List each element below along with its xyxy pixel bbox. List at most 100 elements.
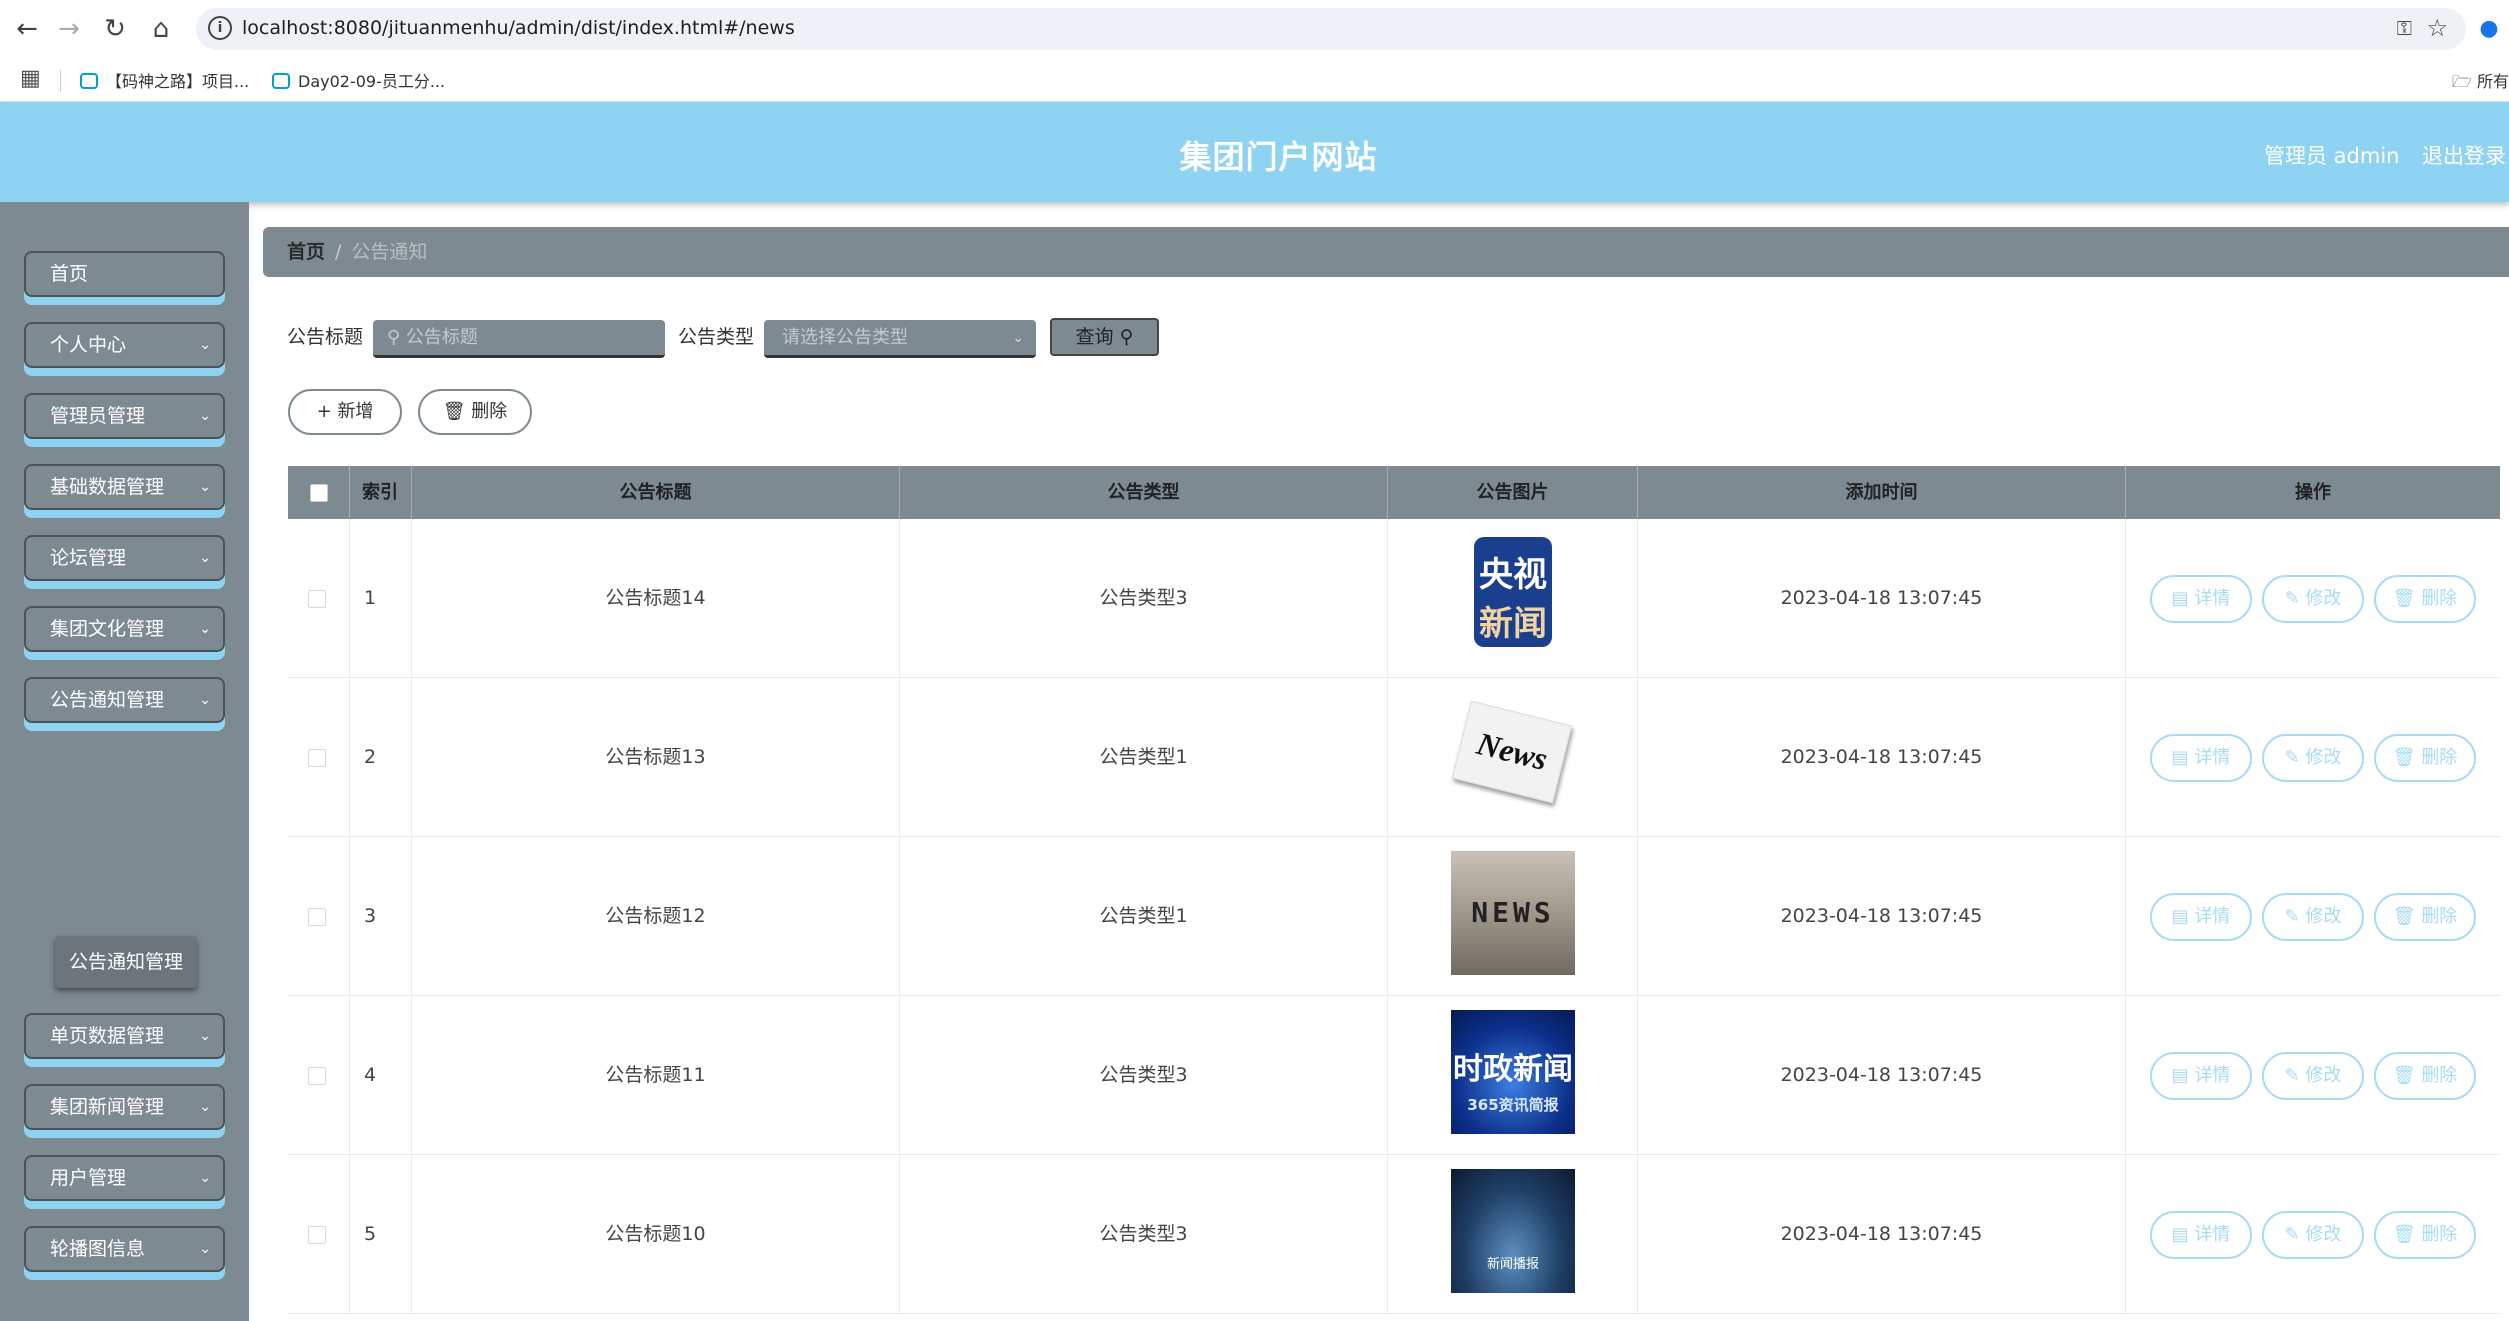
title-search-input[interactable]: ⚲ 公告标题 <box>373 320 665 358</box>
document-icon: ▤ <box>2171 1224 2189 1245</box>
bilibili-icon <box>272 73 290 89</box>
menu-base-data[interactable]: 基础数据管理 ⌄ <box>24 464 225 510</box>
add-button[interactable]: + 新增 <box>288 389 402 435</box>
delete-button[interactable]: 🗑 删除 <box>2374 1211 2476 1259</box>
chevron-down-icon: ⌄ <box>199 408 211 424</box>
header-select-all[interactable] <box>288 466 350 519</box>
site-info-icon[interactable]: i <box>208 16 232 40</box>
app-header: 集团门户网站 管理员 admin 退出登录 <box>0 102 2509 202</box>
home-icon[interactable]: ⌂ <box>146 14 176 44</box>
key-icon[interactable]: ⚿ <box>2397 16 2412 40</box>
chevron-down-icon: ⌄ <box>199 1241 211 1257</box>
politics-news-thumbnail: 时政新闻 365资讯简报 <box>1451 1010 1575 1134</box>
bookmark-2[interactable]: Day02-09-员工分... <box>272 68 445 92</box>
folder-label: 所有 <box>2476 72 2509 91</box>
bookmark-2-label: Day02-09-员工分... <box>298 72 446 91</box>
thumb-text-line: 央视 <box>1479 555 1547 595</box>
table-row: 5 公告标题10 公告类型3 新闻播报 2023-04-18 13:07:45 … <box>288 1155 2500 1314</box>
sidebar: 首页 个人中心 ⌄ 管理员管理 ⌄ 基础数据管理 ⌄ 论坛管理 ⌄ 集团文化管理 ⌄ 公告… <box>0 202 249 1321</box>
trash-icon: 🗑 <box>2392 1224 2416 1245</box>
row-checkbox[interactable] <box>308 590 326 608</box>
forward-icon[interactable]: → <box>54 14 84 44</box>
row-actions: ▤ 详情 ✎ 修改 🗑 删除 <box>2126 1155 2500 1314</box>
menu-admin-management[interactable]: 管理员管理 ⌄ <box>24 393 225 439</box>
logout-link[interactable]: 退出登录 <box>2422 140 2506 170</box>
row-checkbox[interactable] <box>308 749 326 767</box>
chevron-down-icon: ⌄ <box>1012 330 1024 346</box>
menu-forum[interactable]: 论坛管理 ⌄ <box>24 535 225 581</box>
edit-button[interactable]: ✎ 修改 <box>2262 1052 2364 1100</box>
menu-label: 管理员管理 <box>50 405 146 427</box>
news-stage-thumbnail: 新闻播报 <box>1451 1169 1575 1293</box>
query-button[interactable]: 查询 ⚲ <box>1050 318 1159 356</box>
batch-delete-button[interactable]: 🗑 删除 <box>418 389 532 435</box>
reload-icon[interactable]: ↻ <box>100 14 130 44</box>
row-title: 公告标题11 <box>412 996 900 1155</box>
delete-button[interactable]: 🗑 删除 <box>2374 734 2476 782</box>
delete-button[interactable]: 🗑 删除 <box>2374 893 2476 941</box>
row-time: 2023-04-18 13:07:45 <box>1638 837 2126 996</box>
bookmark-1-label: 【码神之路】项目... <box>106 72 250 91</box>
submenu-notice-management[interactable]: 公告通知管理 <box>55 936 197 988</box>
chevron-down-icon: ⌄ <box>199 1099 211 1115</box>
bookmark-star-icon[interactable]: ☆ <box>2426 14 2448 42</box>
menu-culture[interactable]: 集团文化管理 ⌄ <box>24 606 225 652</box>
chevron-down-icon: ⌄ <box>199 1170 211 1186</box>
detail-button[interactable]: ▤ 详情 <box>2150 1211 2252 1259</box>
row-image-cell: NEWS <box>1388 837 1638 996</box>
folder-icon: 🗁 <box>2452 72 2472 91</box>
delete-button[interactable]: 🗑 删除 <box>2374 575 2476 623</box>
row-index: 2 <box>350 678 412 837</box>
menu-label: 首页 <box>50 263 89 285</box>
delete-label: 删除 <box>2421 906 2458 927</box>
delete-button[interactable]: 🗑 删除 <box>2374 1052 2476 1100</box>
news-newspaper-thumbnail: News <box>1451 700 1573 804</box>
menu-home[interactable]: 首页 <box>24 251 225 297</box>
delete-label: 删除 <box>2421 1224 2458 1245</box>
menu-carousel[interactable]: 轮播图信息 ⌄ <box>24 1226 225 1272</box>
thumb-text-line: 新闻 <box>1479 604 1547 644</box>
breadcrumb-home[interactable]: 首页 <box>287 241 325 263</box>
edit-button[interactable]: ✎ 修改 <box>2262 1211 2364 1259</box>
edit-button[interactable]: ✎ 修改 <box>2262 893 2364 941</box>
detail-button[interactable]: ▤ 详情 <box>2150 893 2252 941</box>
all-bookmarks-folder[interactable]: 🗁 所有 <box>2452 68 2509 98</box>
detail-label: 详情 <box>2194 588 2231 609</box>
type-search-label: 公告类型 <box>678 326 755 348</box>
edit-label: 修改 <box>2305 1065 2342 1086</box>
edit-icon: ✎ <box>2284 906 2300 927</box>
row-checkbox[interactable] <box>308 1067 326 1085</box>
trash-icon: 🗑 <box>2392 747 2416 768</box>
back-icon[interactable]: ← <box>12 14 42 44</box>
bookmark-1[interactable]: 【码神之路】项目... <box>80 68 249 92</box>
menu-notice[interactable]: 公告通知管理 ⌄ <box>24 677 225 723</box>
select-all-checkbox[interactable] <box>310 484 328 502</box>
menu-group-news[interactable]: 集团新闻管理 ⌄ <box>24 1084 225 1130</box>
apps-grid-icon[interactable]: ▦ <box>20 68 41 90</box>
url-text[interactable]: localhost:8080/jituanmenhu/admin/dist/in… <box>242 17 795 39</box>
menu-label: 公告通知管理 <box>50 689 165 711</box>
detail-button[interactable]: ▤ 详情 <box>2150 1052 2252 1100</box>
col-actions: 操作 <box>2295 482 2331 503</box>
menu-personal-center[interactable]: 个人中心 ⌄ <box>24 322 225 368</box>
edit-button[interactable]: ✎ 修改 <box>2262 575 2364 623</box>
detail-label: 详情 <box>2194 906 2231 927</box>
row-checkbox[interactable] <box>308 1226 326 1244</box>
row-title: 公告标题14 <box>412 519 900 678</box>
cctv-news-thumbnail: 央视 新闻 <box>1474 537 1552 647</box>
detail-button[interactable]: ▤ 详情 <box>2150 734 2252 782</box>
menu-user[interactable]: 用户管理 ⌄ <box>24 1155 225 1201</box>
row-checkbox[interactable] <box>308 908 326 926</box>
row-image-cell: 新闻播报 <box>1388 1155 1638 1314</box>
edit-button[interactable]: ✎ 修改 <box>2262 734 2364 782</box>
table-row: 1 公告标题14 公告类型3 央视 新闻 2023-04-18 13:07:45… <box>288 519 2500 678</box>
type-select[interactable]: 请选择公告类型 ⌄ <box>764 320 1036 358</box>
document-icon: ▤ <box>2171 747 2189 768</box>
menu-label: 轮播图信息 <box>50 1238 146 1260</box>
menu-single-page[interactable]: 单页数据管理 ⌄ <box>24 1013 225 1059</box>
delete-label: 删除 <box>2421 1065 2458 1086</box>
profile-icon[interactable]: ● <box>2474 14 2504 44</box>
table-header: 索引 公告标题 公告类型 公告图片 添加时间 操作 <box>288 466 2500 519</box>
address-bar[interactable]: i localhost:8080/jituanmenhu/admin/dist/… <box>196 8 2466 50</box>
detail-button[interactable]: ▤ 详情 <box>2150 575 2252 623</box>
